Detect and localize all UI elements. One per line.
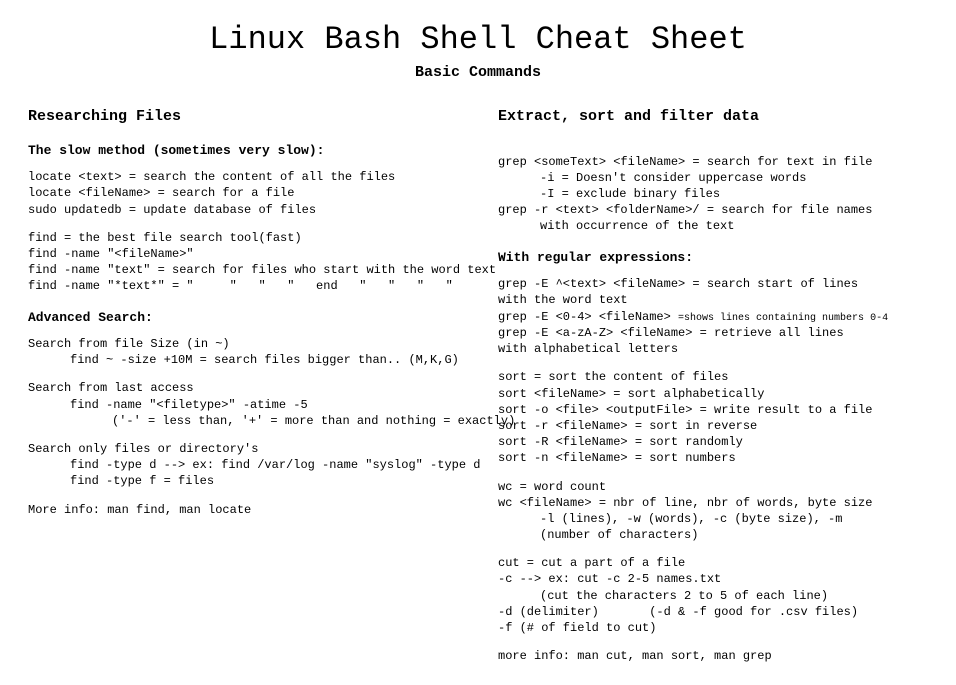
right-column: Extract, sort and filter data grep <some… <box>498 107 928 664</box>
text-line: with alphabetical letters <box>498 341 928 357</box>
text-line: sort -n <fileName> = sort numbers <box>498 450 928 466</box>
text-line: -d (delimiter) (-d & -f good for .csv fi… <box>498 604 928 620</box>
text-line: sort <fileName> = sort alphabetically <box>498 386 928 402</box>
content-columns: Researching Files The slow method (somet… <box>28 107 928 664</box>
text-line: sort -R <fileName> = sort randomly <box>498 434 928 450</box>
text-line: locate <fileName> = search for a file <box>28 185 458 201</box>
text-line: -l (lines), -w (words), -c (byte size), … <box>498 511 928 527</box>
text-line: cut = cut a part of a file <box>498 555 928 571</box>
text-line: find -name "text" = search for files who… <box>28 262 458 278</box>
text-line: (cut the characters 2 to 5 of each line) <box>498 588 928 604</box>
text-line: More info: man find, man locate <box>28 502 458 518</box>
right-heading: Extract, sort and filter data <box>498 107 928 127</box>
left-column: Researching Files The slow method (somet… <box>28 107 458 664</box>
text-line: -i = Doesn't consider uppercase words <box>498 170 928 186</box>
text-line: sort -o <file> <outputFile> = write resu… <box>498 402 928 418</box>
text-line: sudo updatedb = update database of files <box>28 202 458 218</box>
text-line: find -type f = files <box>28 473 458 489</box>
text-line: Search from last access <box>28 380 458 396</box>
text-line: find -type d --> ex: find /var/log -name… <box>28 457 458 473</box>
text-line: find -name "<filetype>" -atime -5 <box>28 397 458 413</box>
left-heading: Researching Files <box>28 107 458 127</box>
text-line: grep <someText> <fileName> = search for … <box>498 154 928 170</box>
text-line: find = the best file search tool(fast) <box>28 230 458 246</box>
text-line: -f (# of field to cut) <box>498 620 928 636</box>
text-line: grep -E <a-zA-Z> <fileName> = retrieve a… <box>498 325 928 341</box>
text-line: grep -r <text> <folderName>/ = search fo… <box>498 202 928 218</box>
text-line: more info: man cut, man sort, man grep <box>498 648 928 664</box>
text-line: (number of characters) <box>498 527 928 543</box>
text-line: with the word text <box>498 292 928 308</box>
text-line: find -name "*text*" = " " " " end " " " … <box>28 278 458 294</box>
page-title: Linux Bash Shell Cheat Sheet <box>28 18 928 61</box>
page-subtitle: Basic Commands <box>28 63 928 83</box>
text-line: with occurrence of the text <box>498 218 928 234</box>
text-line: grep -E ^<text> <fileName> = search star… <box>498 276 928 292</box>
text-line: Search from file Size (in ~) <box>28 336 458 352</box>
text-line: ('-' = less than, '+' = more than and no… <box>28 413 458 429</box>
text-line: sort = sort the content of files <box>498 369 928 385</box>
text-line: find -name "<fileName>" <box>28 246 458 262</box>
text-line: grep -E <0-4> <fileName> =shows lines co… <box>498 309 928 326</box>
text-line: Search only files or directory's <box>28 441 458 457</box>
text-line: wc = word count <box>498 479 928 495</box>
left-subhead-1: The slow method (sometimes very slow): <box>28 142 458 160</box>
text-line: find ~ -size +10M = search files bigger … <box>28 352 458 368</box>
text-line: -c --> ex: cut -c 2-5 names.txt <box>498 571 928 587</box>
text-line: locate <text> = search the content of al… <box>28 169 458 185</box>
text-line: sort -r <fileName> = sort in reverse <box>498 418 928 434</box>
right-subhead-1: With regular expressions: <box>498 249 928 267</box>
left-subhead-2: Advanced Search: <box>28 309 458 327</box>
text-line: -I = exclude binary files <box>498 186 928 202</box>
text-line: wc <fileName> = nbr of line, nbr of word… <box>498 495 928 511</box>
